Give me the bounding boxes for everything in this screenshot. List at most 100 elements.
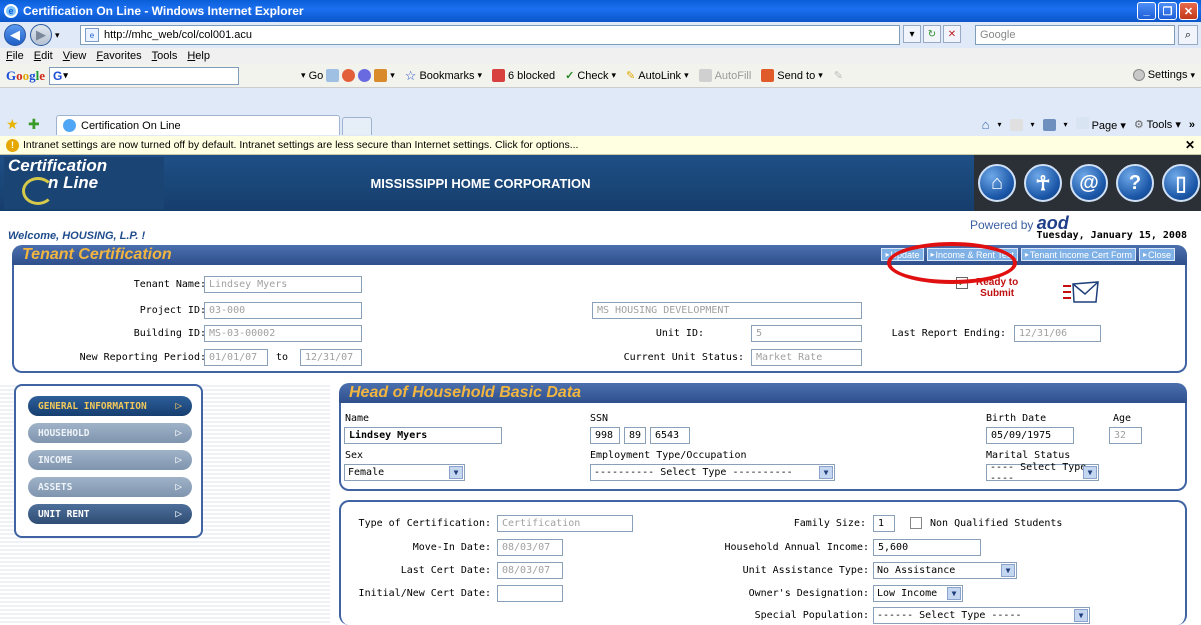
nav-general-information[interactable]: GENERAL INFORMATION ▷ [28,396,192,416]
information-bar[interactable]: ! Intranet settings are now turned off b… [0,136,1201,155]
pagerank-icon[interactable] [342,69,356,82]
window-titlebar: e Certification On Line - Windows Intern… [0,0,1201,22]
print-icon[interactable] [1042,118,1056,131]
owner-designation-label: Owner's Designation: [748,588,869,599]
google-dropdown-icon[interactable]: ▾ [63,70,68,81]
spell-icon[interactable] [358,69,372,82]
help-icon[interactable]: ? [1116,164,1154,202]
home-icon[interactable]: ⌂ [982,117,990,132]
special-population-select[interactable]: ------ Select Type ----- ▼ [873,607,1090,624]
tools-menu[interactable]: ⚙ Tools ▾ [1134,118,1181,131]
nav-assets[interactable]: ASSETS ▷ [28,477,192,497]
annual-income-field[interactable]: 5,600 [873,539,981,556]
logo-line1: Certification [8,156,108,175]
age-field[interactable]: 32 [1109,427,1142,444]
cert-type-field[interactable]: Certification [497,515,633,532]
sex-select[interactable]: Female ▼ [344,464,465,481]
nav-income[interactable]: INCOME ▷ [28,450,192,470]
unit-id-field[interactable]: 5 [751,325,862,342]
menu-favorites[interactable]: Favorites [96,50,141,62]
tenant-income-cert-form-button[interactable]: Tenant Income Cert Form [1020,248,1136,261]
chevron-icon[interactable]: » [1189,119,1195,131]
ssn-part1-field[interactable]: 998 [590,427,620,444]
close-infobar-icon[interactable]: ✕ [1185,138,1195,152]
tab-certification-online[interactable]: Certification On Line [56,115,340,135]
sendto-button[interactable]: Send to ▾ ✎ [761,69,843,82]
home-icon[interactable]: ⌂ [978,164,1016,202]
menu-file[interactable]: File [6,50,24,62]
name-field[interactable]: Lindsey Myers [344,427,502,444]
chevron-down-icon: ▼ [819,466,833,479]
current-date: Tuesday, January 15, 2008 [1036,230,1187,241]
google-search-input[interactable]: G ▾ [49,66,240,85]
owner-designation-select[interactable]: Low Income ▼ [873,585,963,602]
settings-label: Settings [1147,69,1188,81]
menu-bar: File Edit View Favorites Tools Help [0,48,1201,64]
window-title: Certification On Line - Windows Internet… [23,4,304,18]
family-size-field[interactable]: 1 [873,515,895,532]
address-bar[interactable]: e http://mhc_web/col/col001.acu [80,25,900,45]
close-window-button[interactable]: ✕ [1179,2,1198,20]
history-dropdown-icon[interactable]: ▾ [55,30,60,41]
move-in-field[interactable]: 08/03/07 [497,539,563,556]
menu-edit[interactable]: Edit [34,50,53,62]
feeds-icon[interactable] [1009,118,1023,131]
accessibility-icon[interactable]: ☥ [1024,164,1062,202]
employment-select[interactable]: ---------- Select Type ---------- ▼ [590,464,835,481]
search-input[interactable]: Google [975,25,1175,45]
birth-date-field[interactable]: 05/09/1975 [986,427,1074,444]
menu-help[interactable]: Help [187,50,210,62]
tenant-name-field[interactable]: Lindsey Myers [204,276,362,293]
unit-status-field[interactable]: Market Rate [751,349,862,366]
exit-icon[interactable]: ▯ [1162,164,1200,202]
ssn-part3-field[interactable]: 6543 [650,427,690,444]
initial-cert-field[interactable] [497,585,563,602]
project-id-field[interactable]: 03-000 [204,302,362,319]
minimize-button[interactable]: _ [1137,2,1156,20]
submit-envelope-icon[interactable] [1063,280,1099,306]
assistance-type-select[interactable]: No Assistance ▼ [873,562,1017,579]
autolink-button[interactable]: ✎ AutoLink ▾ [626,69,689,83]
favorites-star-icon[interactable]: ★ [6,116,19,133]
close-button[interactable]: Close [1138,248,1175,261]
chevron-down-icon: ▼ [1001,564,1015,577]
autolink-label: AutoLink [638,69,682,82]
search-icon[interactable]: ⌕ [1178,25,1198,45]
new-tab-button[interactable] [342,117,372,135]
refresh-icon[interactable]: ↻ [923,25,941,43]
nav-unit-rent[interactable]: UNIT RENT ▷ [28,504,192,524]
initial-cert-label: Initial/New Cert Date: [358,588,491,599]
page-menu[interactable]: Page ▾ [1075,117,1126,132]
popup-blocker-button[interactable]: 6 blocked [492,69,555,82]
add-favorite-icon[interactable]: ✚ [28,116,40,133]
period-to-field[interactable]: 12/31/07 [300,349,362,366]
forward-button[interactable]: ▶ [30,24,52,46]
autofill-button[interactable]: AutoFill [698,69,751,82]
non-qualified-students-checkbox[interactable] [910,517,922,529]
building-id-field[interactable]: MS-03-00002 [204,325,362,342]
family-size-label: Family Size: [793,518,866,529]
sex-label: Sex [345,450,364,461]
reporting-period-label: New Reporting Period: [79,352,206,363]
more-dropdown-icon[interactable]: ▾ [390,70,395,81]
menu-tools[interactable]: Tools [152,50,178,62]
last-cert-field[interactable]: 08/03/07 [497,562,563,579]
marital-status-select[interactable]: ---- Select Type ---- ▼ [986,462,1099,484]
ssn-part2-field[interactable]: 89 [624,427,646,444]
pencil-icon[interactable]: ✎ [834,69,843,82]
check-button[interactable]: ✓ Check ▾ [565,69,616,83]
back-button[interactable]: ◀ [4,24,26,46]
nav-household[interactable]: HOUSEHOLD ▷ [28,423,192,443]
project-name-field[interactable]: MS HOUSING DEVELOPMENT [592,302,862,319]
stop-icon[interactable]: ✕ [943,25,961,43]
period-from-field[interactable]: 01/01/07 [204,349,268,366]
maximize-button[interactable]: ❐ [1158,2,1177,20]
menu-view[interactable]: View [63,50,87,62]
popup-icon[interactable] [374,69,388,82]
google-go-button[interactable]: ▾ Go ▾ [301,69,395,82]
url-dropdown-icon[interactable]: ▾ [903,25,921,43]
bookmarks-button[interactable]: ☆ Bookmarks ▾ [405,68,482,84]
email-icon[interactable]: @ [1070,164,1108,202]
google-settings-button[interactable]: Settings ▾ [1132,69,1195,81]
last-report-field[interactable]: 12/31/06 [1014,325,1101,342]
